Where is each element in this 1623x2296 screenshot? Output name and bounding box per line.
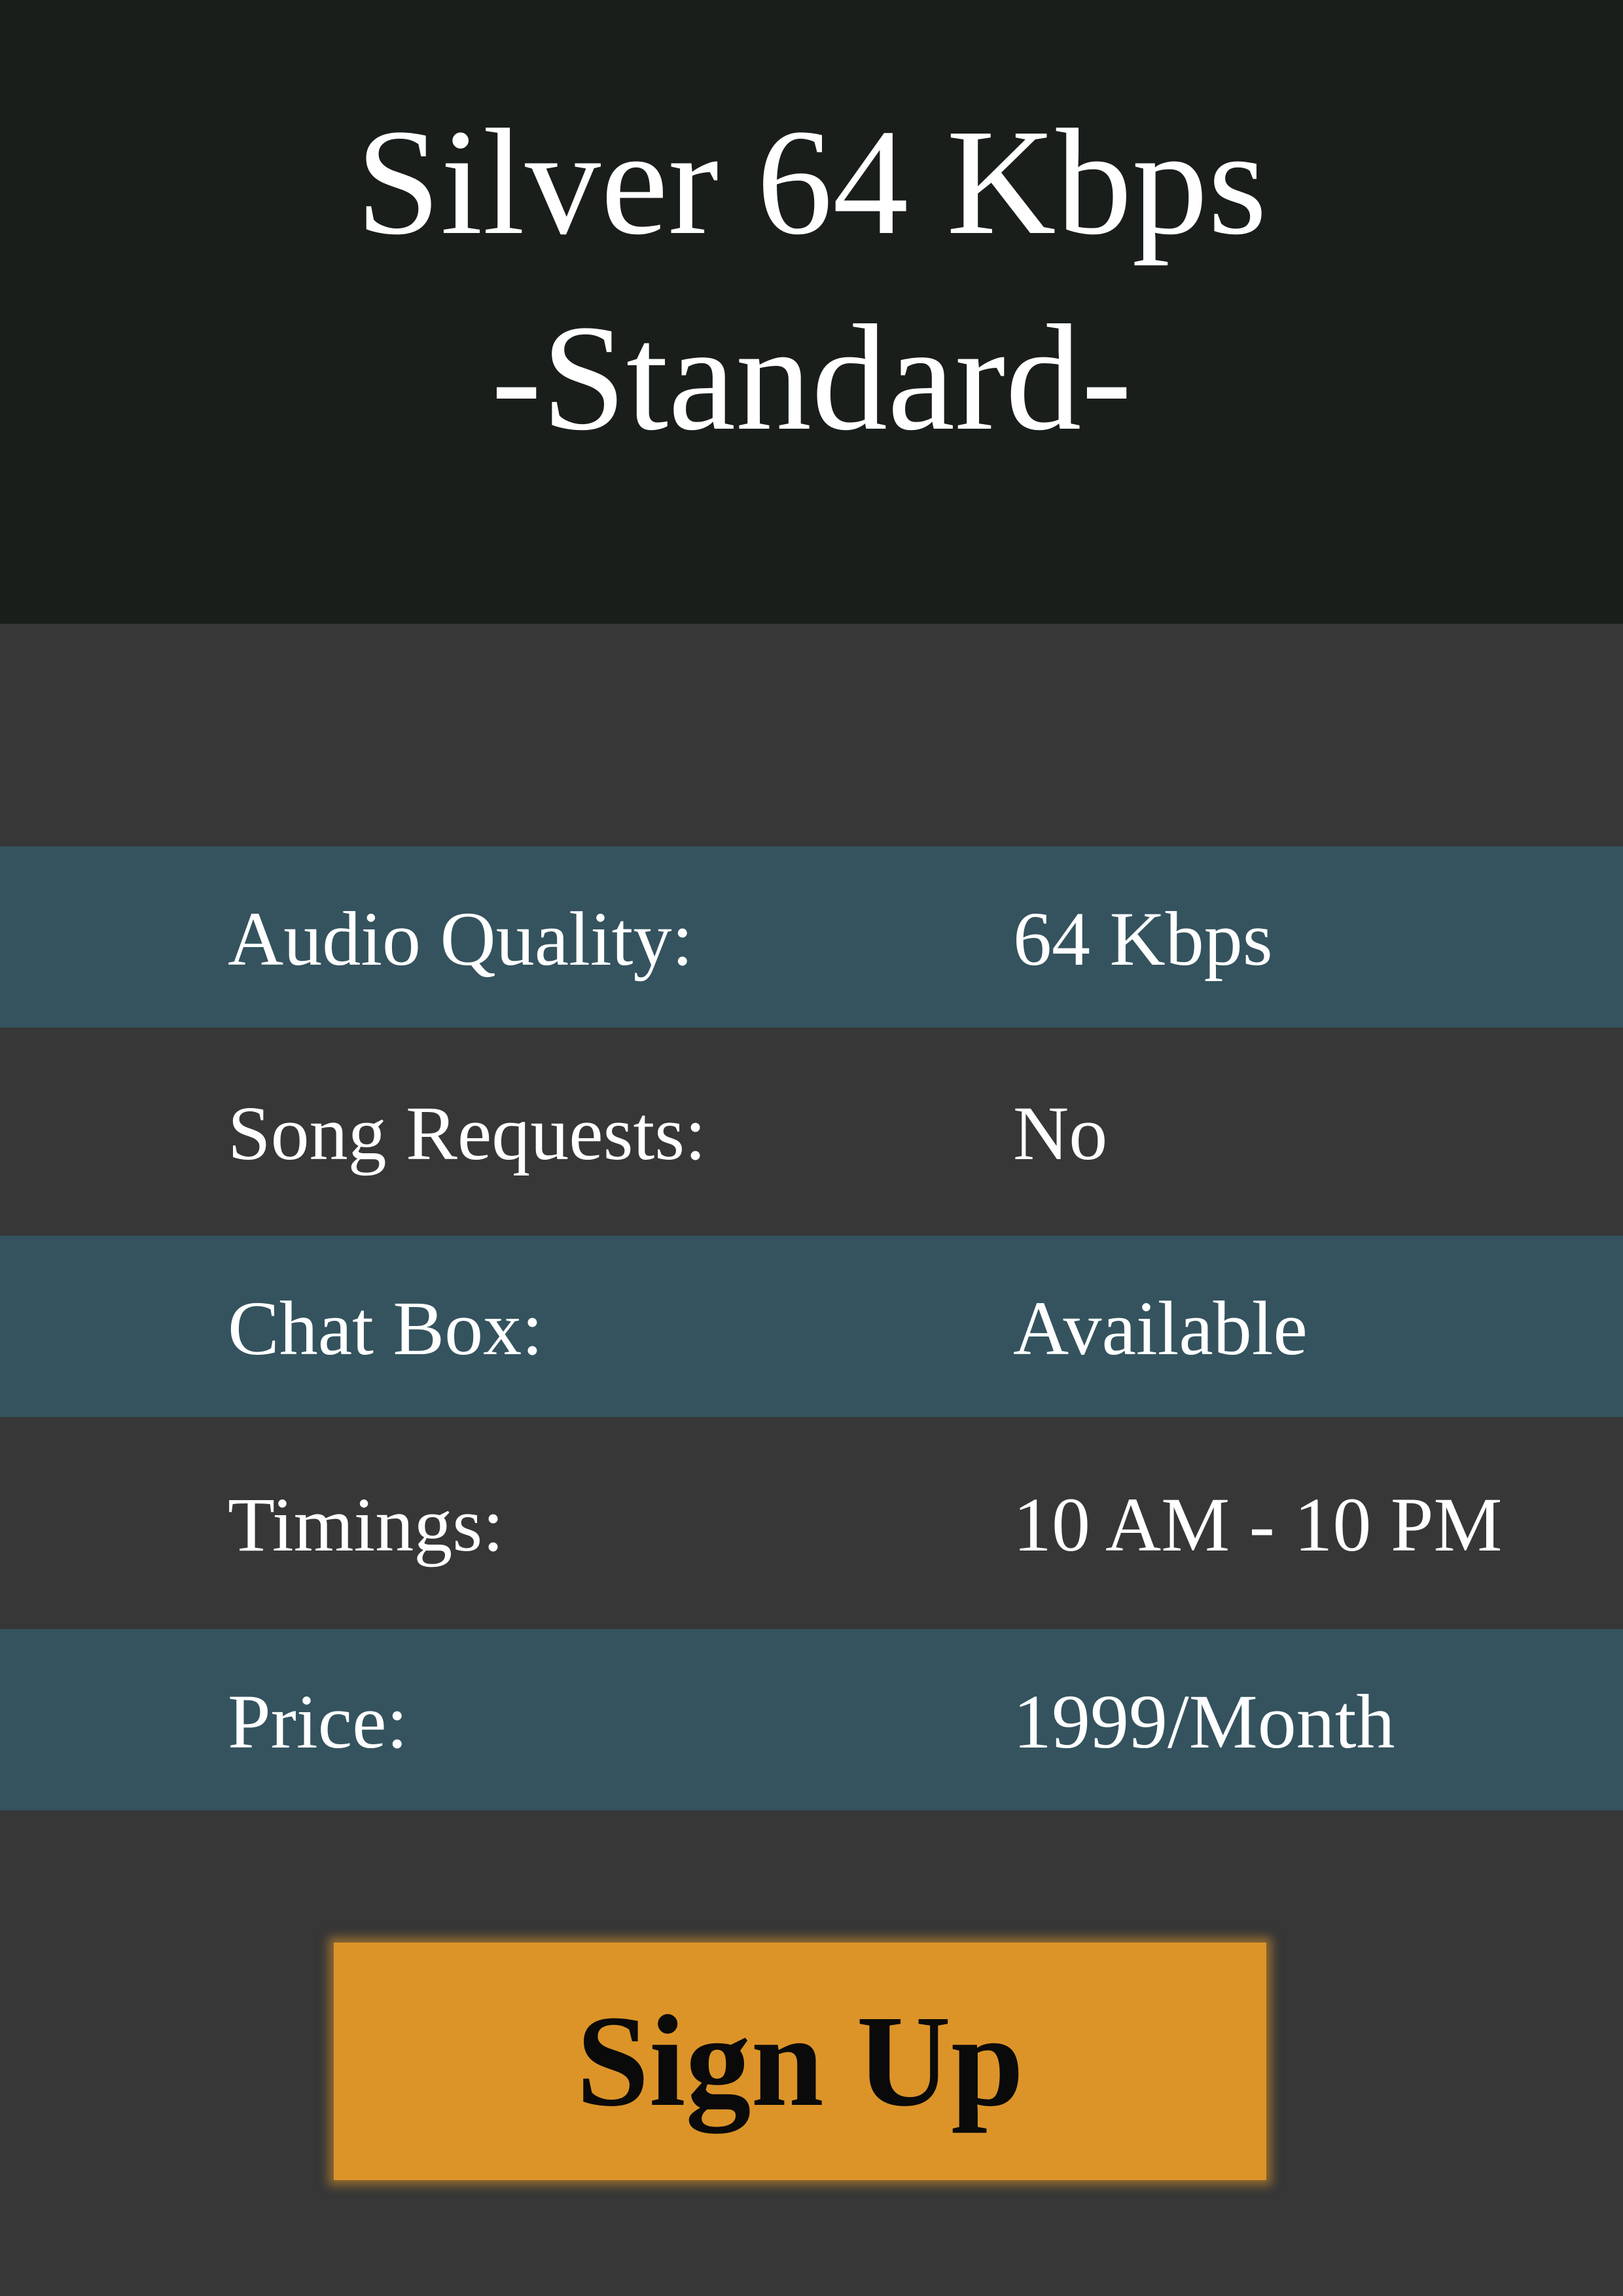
detail-label: Chat Box: [228,1285,543,1371]
detail-row-timings: Timings: 10 AM - 10 PM [0,1417,1623,1629]
detail-label: Price: [228,1679,408,1765]
plan-header: Silver 64 Kbps -Standard- [0,0,1623,624]
sign-up-button[interactable]: Sign Up [334,1943,1266,2180]
detail-value: Available [1013,1285,1308,1371]
detail-value: 10 AM - 10 PM [1013,1482,1503,1568]
detail-label: Timings: [228,1482,504,1568]
plan-title: Silver 64 Kbps [356,98,1267,266]
detail-value: No [1013,1090,1108,1176]
detail-label: Audio Quality: [228,896,694,982]
plan-subtitle: -Standard- [491,294,1132,462]
detail-row-song-requests: Song Requests: No [0,1028,1623,1236]
detail-row-price: Price: 1999/Month [0,1629,1623,1810]
detail-row-chat-box: Chat Box: Available [0,1236,1623,1417]
detail-label: Song Requests: [228,1090,706,1176]
detail-row-audio-quality: Audio Quality: 64 Kbps [0,846,1623,1028]
detail-value: 1999/Month [1013,1679,1395,1765]
detail-value: 64 Kbps [1013,896,1273,982]
